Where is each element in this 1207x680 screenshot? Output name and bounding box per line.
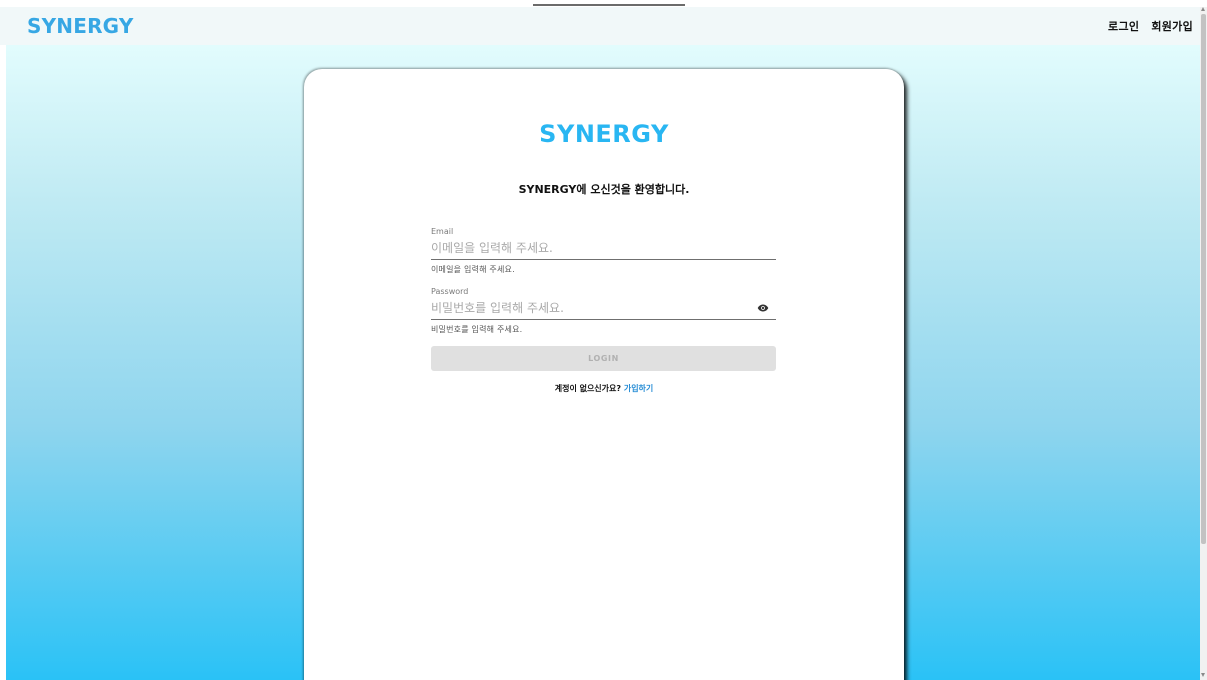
card-logo: SYNERGY (539, 120, 669, 148)
email-helper-text: 이메일을 입력해 주세요. (431, 265, 515, 274)
welcome-message: SYNERGY에 오신것을 환영합니다. (518, 183, 690, 196)
eye-icon[interactable] (756, 302, 770, 314)
nav-login-link[interactable]: 로그인 (1108, 18, 1139, 34)
scroll-down-arrow-icon[interactable] (1201, 673, 1205, 677)
page-scrollbar-thumb[interactable] (1201, 14, 1206, 544)
top-navbar: SYNERGY 로그인 회원가입 (0, 7, 1200, 45)
signup-prompt: 계정이 없으신가요? 가입하기 (304, 383, 904, 394)
password-input-wrapper (431, 297, 776, 320)
brand-logo[interactable]: SYNERGY (27, 14, 134, 38)
email-input[interactable] (431, 237, 776, 259)
password-input[interactable] (431, 297, 776, 319)
signup-link[interactable]: 가입하기 (624, 384, 653, 393)
password-field-group: Password 비밀번호를 입력해 주세요. (431, 287, 776, 335)
top-nav: 로그인 회원가입 (1108, 18, 1193, 34)
nav-signup-link[interactable]: 회원가입 (1151, 18, 1193, 34)
signup-prompt-text: 계정이 없으신가요? (554, 384, 622, 393)
email-label: Email (431, 227, 454, 236)
login-card: SYNERGY SYNERGY에 오신것을 환영합니다. Email 이메일을 … (304, 69, 904, 680)
password-helper-text: 비밀번호를 입력해 주세요. (431, 325, 523, 334)
email-field-group: Email 이메일을 입력해 주세요. (431, 227, 776, 275)
scroll-up-arrow-icon[interactable] (1201, 7, 1205, 11)
login-button[interactable]: LOGIN (431, 346, 776, 371)
browser-tab-indicator (533, 4, 685, 6)
password-label: Password (431, 287, 469, 296)
email-input-wrapper (431, 237, 776, 260)
